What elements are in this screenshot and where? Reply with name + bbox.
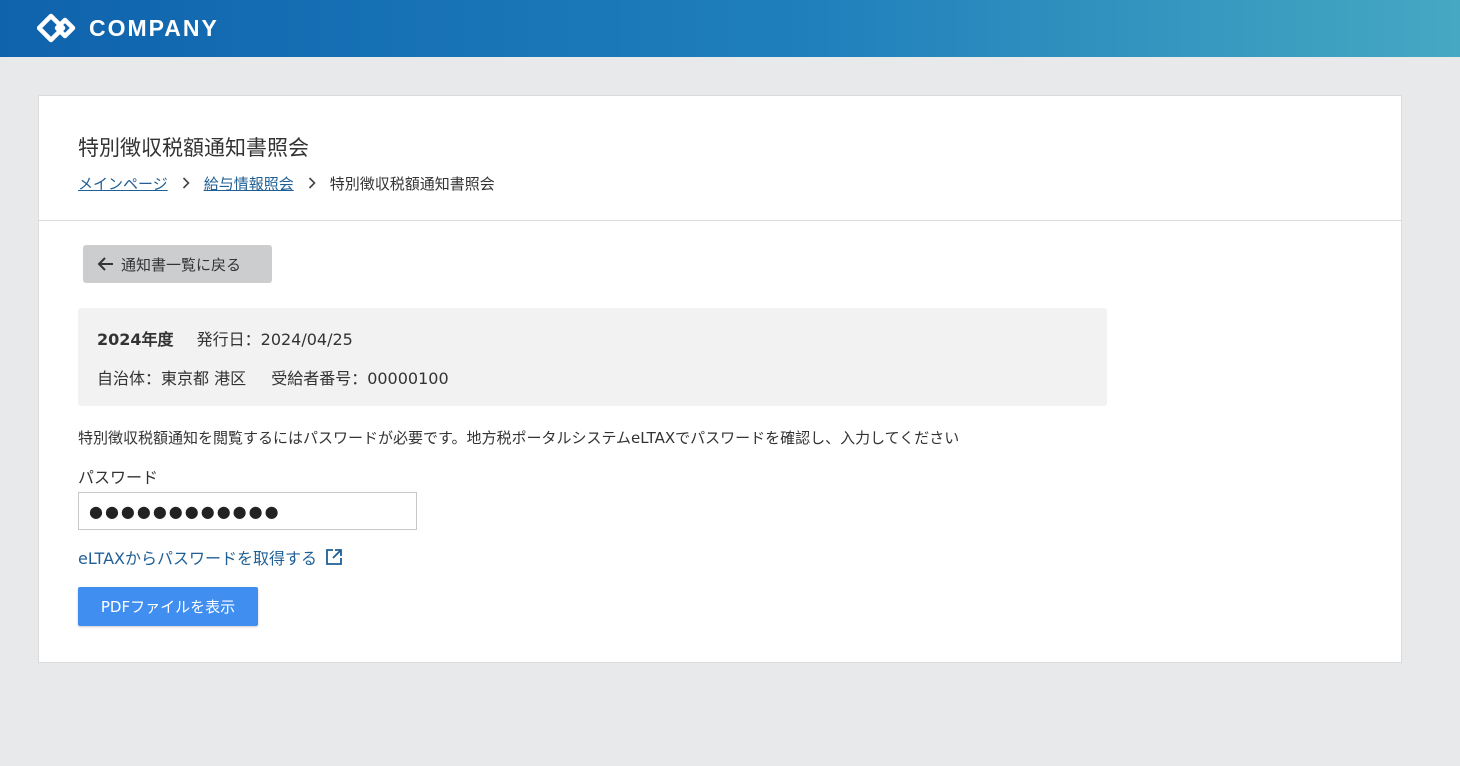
info-row-municipality: 自治体：東京都 港区 受給者番号：00000100 — [97, 365, 449, 389]
back-button-label: 通知書一覧に戻る — [121, 255, 242, 274]
eltax-link-label: eLTAXからパスワードを取得する — [78, 549, 317, 568]
main-card: 特別徴収税額通知書照会 メインページ 給与情報照会 特別徴収税額通知書照会 通知… — [38, 95, 1402, 663]
back-to-list-button[interactable]: 通知書一覧に戻る — [83, 245, 272, 283]
chevron-right-icon — [182, 174, 190, 193]
info-row-year: 2024年度 発行日：2024/04/25 — [97, 326, 353, 350]
breadcrumb-link-main-page[interactable]: メインページ — [78, 173, 168, 194]
breadcrumb-link-salary-info[interactable]: 給与情報照会 — [204, 173, 294, 194]
external-link-icon — [325, 548, 343, 566]
chevron-right-icon — [308, 174, 316, 193]
municipality: 自治体：東京都 港区 — [97, 369, 247, 388]
brand-name: COMPANY — [89, 14, 219, 41]
breadcrumb-current: 特別徴収税額通知書照会 — [329, 175, 495, 193]
password-description: 特別徴収税額通知を閲覧するにはパスワードが必要です。地方税ポータルシステムeLT… — [78, 429, 960, 447]
arrow-left-icon — [97, 256, 115, 272]
show-pdf-button[interactable]: PDFファイルを表示 — [78, 587, 258, 626]
diamond-link-logo-icon — [37, 13, 79, 43]
header-divider — [39, 220, 1401, 221]
eltax-password-link[interactable]: eLTAXからパスワードを取得する — [78, 545, 343, 569]
page-title: 特別徴収税額通知書照会 — [78, 136, 309, 160]
breadcrumb: メインページ 給与情報照会 特別徴収税額通知書照会 — [78, 173, 495, 194]
company-logo[interactable]: COMPANY — [37, 13, 219, 43]
fiscal-year: 2024年度 — [97, 330, 174, 349]
issue-date: 発行日：2024/04/25 — [196, 330, 353, 349]
top-bar: COMPANY — [0, 0, 1460, 57]
password-input[interactable] — [78, 492, 417, 530]
notice-info-box: 2024年度 発行日：2024/04/25 自治体：東京都 港区 受給者番号：0… — [78, 308, 1107, 406]
recipient-number: 受給者番号：00000100 — [271, 369, 449, 388]
password-label: パスワード — [78, 468, 159, 487]
